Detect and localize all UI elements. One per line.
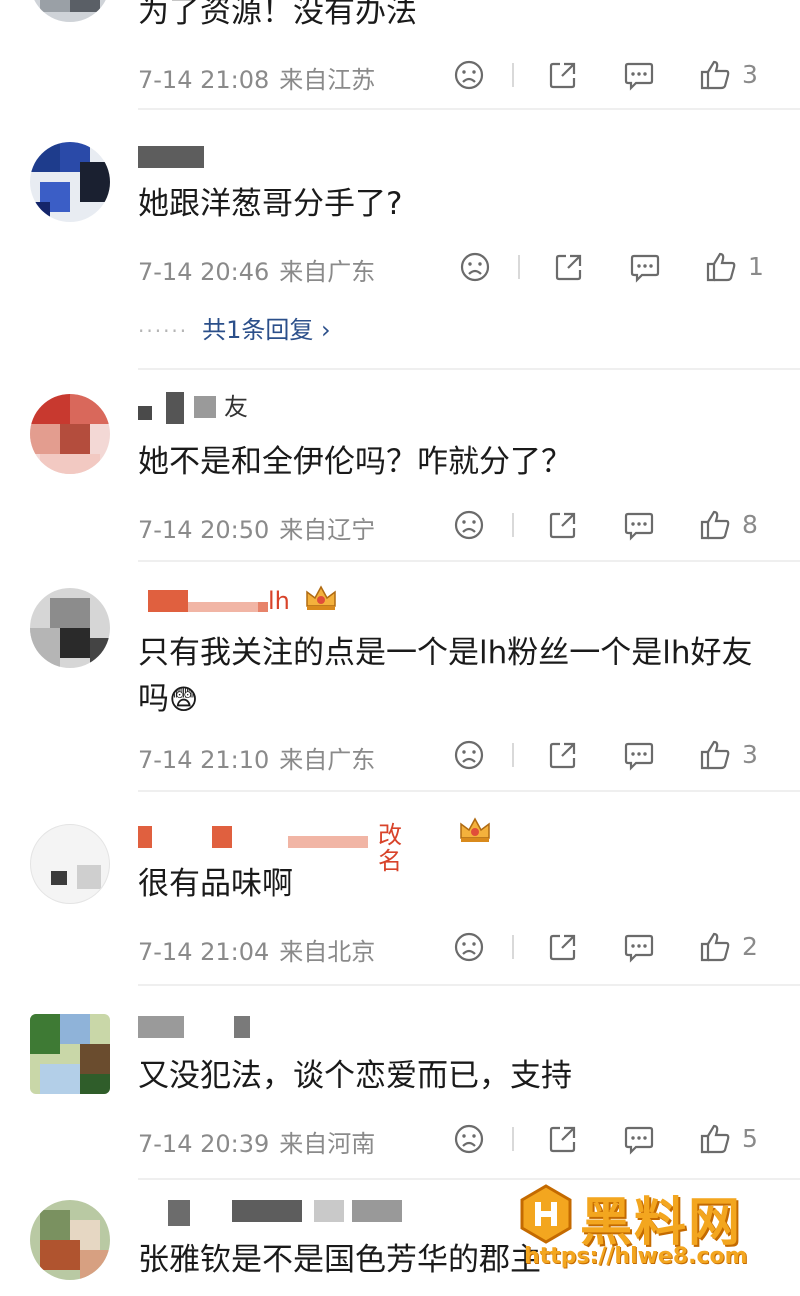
share-icon[interactable]	[546, 1122, 580, 1156]
comment-time: 7-14 21:08	[138, 66, 270, 94]
comment-icon[interactable]	[622, 1122, 656, 1156]
comment-location: 来自北京	[279, 938, 376, 966]
like-count: 2	[742, 932, 758, 961]
comment-time: 7-14 20:39	[138, 1130, 270, 1158]
watermark: 黑料网 https://hlwe8.com	[518, 1180, 780, 1286]
avatar[interactable]	[30, 0, 110, 22]
comment-text: 只有我关注的点是一个是lh粉丝一个是lh好友吗😨	[138, 630, 768, 723]
replies-label: 共1条回复 ›	[202, 316, 331, 344]
thumbs-up-icon[interactable]	[698, 1122, 732, 1156]
comment-actions: 1	[458, 250, 778, 284]
divider-bar	[518, 255, 520, 279]
comment-text: 她不是和全伊伦吗？咋就分了？	[138, 444, 572, 480]
username-suffix: lh	[268, 587, 290, 615]
thumbs-up-icon[interactable]	[698, 738, 732, 772]
avatar[interactable]	[30, 824, 110, 904]
comment-location: 来自辽宁	[279, 516, 376, 544]
avatar[interactable]	[30, 588, 110, 668]
crown-badge-icon	[304, 584, 338, 612]
comment-icon[interactable]	[622, 738, 656, 772]
comment-text: 她跟洋葱哥分手了?	[138, 186, 403, 222]
avatar[interactable]	[30, 1200, 110, 1280]
avatar[interactable]	[30, 1014, 110, 1094]
comment-meta: 7-14 21:08 来自江苏	[138, 60, 375, 95]
divider	[138, 368, 800, 370]
emoji-icon: 😨	[169, 683, 199, 716]
comment-location: 来自江苏	[279, 66, 376, 94]
comment-time: 7-14 20:50	[138, 516, 270, 544]
divider-bar	[512, 743, 514, 767]
comment-actions: 5	[452, 1122, 772, 1156]
comment-text: 很有品味啊	[138, 866, 293, 902]
divider-bar	[512, 513, 514, 537]
username-suffix: 友	[224, 393, 248, 421]
divider	[138, 984, 800, 986]
sad-face-icon[interactable]	[452, 1122, 486, 1156]
comment-location: 来自广东	[279, 258, 376, 286]
watermark-url: https://hlwe8.com	[524, 1244, 748, 1269]
divider	[138, 560, 800, 562]
comment-text: 为了资源！没有办法	[138, 0, 417, 30]
share-icon[interactable]	[552, 250, 586, 284]
dots-icon: ······	[138, 319, 189, 343]
comment-time: 7-14 21:04	[138, 938, 270, 966]
comment-actions: 8	[452, 508, 772, 542]
sad-face-icon[interactable]	[452, 58, 486, 92]
sad-face-icon[interactable]	[458, 250, 492, 284]
divider	[138, 790, 800, 792]
share-icon[interactable]	[546, 930, 580, 964]
share-icon[interactable]	[546, 738, 580, 772]
thumbs-up-icon[interactable]	[698, 930, 732, 964]
comment-icon[interactable]	[622, 58, 656, 92]
avatar[interactable]	[30, 394, 110, 474]
sad-face-icon[interactable]	[452, 738, 486, 772]
comment-actions: 3	[452, 58, 772, 92]
sad-face-icon[interactable]	[452, 930, 486, 964]
divider	[138, 108, 800, 110]
comment-actions: 3	[452, 738, 772, 772]
comment-location: 来自河南	[279, 1130, 376, 1158]
comment-time: 7-14 21:10	[138, 746, 270, 774]
like-count: 3	[742, 60, 758, 89]
comment-meta: 7-14 21:04 来自北京	[138, 932, 375, 967]
thumbs-up-icon[interactable]	[698, 508, 732, 542]
comment-icon[interactable]	[628, 250, 662, 284]
comment-location: 来自广东	[279, 746, 376, 774]
comment-text: 又没犯法，谈个恋爱而已，支持	[138, 1058, 572, 1094]
watermark-logo-icon	[518, 1184, 574, 1244]
comment-icon[interactable]	[622, 930, 656, 964]
comment-icon[interactable]	[622, 508, 656, 542]
share-icon[interactable]	[546, 508, 580, 542]
share-icon[interactable]	[546, 58, 580, 92]
like-count: 5	[742, 1124, 758, 1153]
comment-text-content: 只有我关注的点是一个是lh粉丝一个是lh好友吗	[138, 635, 753, 717]
comment-meta: 7-14 21:10 来自广东	[138, 740, 375, 775]
divider-bar	[512, 63, 514, 87]
comment-meta: 7-14 20:39 来自河南	[138, 1124, 375, 1159]
thumbs-up-icon[interactable]	[698, 58, 732, 92]
comment-time: 7-14 20:46	[138, 258, 270, 286]
like-count: 8	[742, 510, 758, 539]
comment-meta: 7-14 20:50 来自辽宁	[138, 510, 375, 545]
thumbs-up-icon[interactable]	[704, 250, 738, 284]
like-count: 3	[742, 740, 758, 769]
view-replies-link[interactable]: ······ 共1条回复 ›	[138, 310, 331, 345]
like-count: 1	[748, 252, 764, 281]
comment-actions: 2	[452, 930, 772, 964]
divider-bar	[512, 935, 514, 959]
comment-meta: 7-14 20:46 来自广东	[138, 252, 375, 287]
sad-face-icon[interactable]	[452, 508, 486, 542]
avatar[interactable]	[30, 142, 110, 222]
crown-badge-icon	[458, 816, 492, 844]
divider-bar	[512, 1127, 514, 1151]
